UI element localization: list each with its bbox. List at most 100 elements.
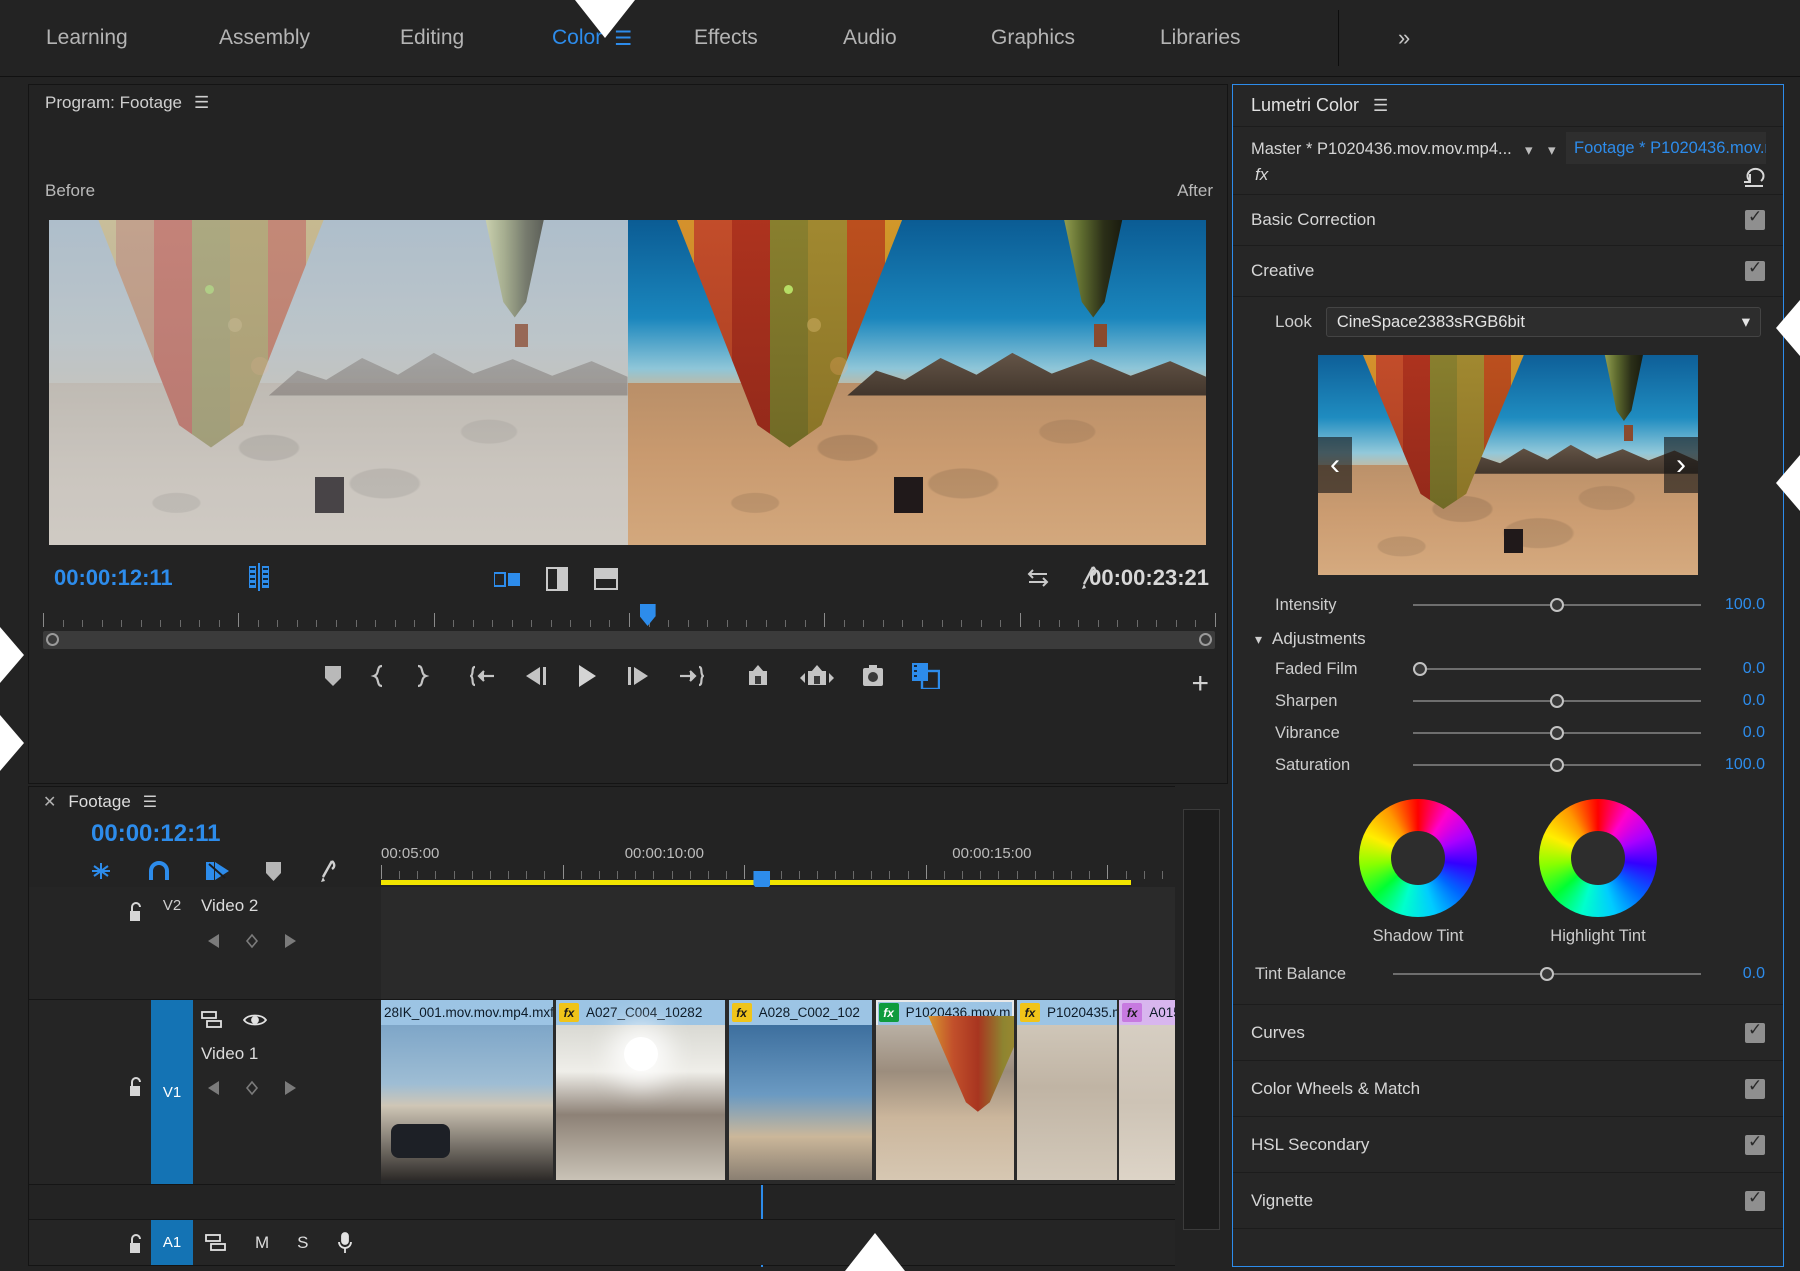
faded-film-value[interactable]: 0.0: [1709, 660, 1765, 678]
adjustments-header[interactable]: ▾ Adjustments: [1233, 621, 1783, 653]
button-editor-button[interactable]: +: [1191, 669, 1209, 699]
sharpen-slider[interactable]: [1413, 691, 1701, 711]
timeline-clip[interactable]: fxP1020435.m: [1017, 1000, 1117, 1180]
program-monitor-menu-icon[interactable]: ☰: [194, 93, 209, 113]
mute-button[interactable]: M: [255, 1233, 269, 1253]
track-badge-a1[interactable]: A1: [151, 1220, 193, 1265]
microphone-icon[interactable]: [337, 1232, 353, 1254]
tint-balance-value[interactable]: 0.0: [1709, 965, 1765, 983]
add-marker-icon[interactable]: [265, 861, 282, 882]
play-stop-button[interactable]: [576, 663, 598, 689]
workspace-tab-effects[interactable]: Effects: [694, 26, 758, 50]
color-wheels-match-checkbox[interactable]: [1745, 1079, 1765, 1099]
clip-fx-badge[interactable]: fx: [559, 1003, 579, 1022]
add-keyframe-icon[interactable]: [245, 1080, 259, 1096]
track-targeting-icon[interactable]: [205, 1233, 227, 1253]
scrub-out-knob[interactable]: [1199, 633, 1212, 646]
look-previous-button[interactable]: ‹: [1318, 437, 1352, 493]
timeline-menu-icon[interactable]: ☰: [143, 792, 157, 812]
program-duration-timecode[interactable]: 00:00:23:21: [1089, 565, 1209, 591]
timeline-clip[interactable]: 28IK_001.mov.mov.mp4.mxf: [381, 1000, 553, 1180]
saturation-slider[interactable]: [1413, 755, 1701, 775]
look-dropdown[interactable]: CineSpace2383sRGB6bit ▾: [1326, 307, 1761, 337]
track-targeting-icon[interactable]: [201, 1010, 223, 1030]
section-creative[interactable]: Creative: [1233, 246, 1783, 297]
vignette-checkbox[interactable]: [1745, 1191, 1765, 1211]
extract-button[interactable]: [800, 664, 834, 688]
saturation-value[interactable]: 100.0: [1709, 756, 1765, 774]
timeline-ruler[interactable]: 00:05:0000:00:10:0000:00:15:00: [381, 845, 1180, 881]
prev-keyframe-icon[interactable]: [207, 1080, 221, 1096]
look-preview-thumbnail[interactable]: ‹ ›: [1318, 355, 1698, 575]
curves-checkbox[interactable]: [1745, 1023, 1765, 1043]
highlight-tint-wheel[interactable]: [1539, 799, 1657, 917]
section-vignette[interactable]: Vignette: [1233, 1173, 1783, 1229]
step-back-button[interactable]: [524, 665, 548, 687]
step-forward-button[interactable]: [626, 665, 650, 687]
section-color-wheels-match[interactable]: Color Wheels & Match: [1233, 1061, 1783, 1117]
track-header-v1[interactable]: V1 Video 1: [29, 1000, 381, 1185]
program-scrub-ruler[interactable]: [43, 609, 1215, 627]
scrub-in-knob[interactable]: [46, 633, 59, 646]
comparison-view-icon[interactable]: [494, 571, 520, 588]
timeline-clip[interactable]: fxA027_C004_10282: [556, 1000, 725, 1180]
chevron-down-icon[interactable]: ▾: [1548, 141, 1556, 159]
faded-film-slider[interactable]: [1413, 659, 1701, 679]
magnet-icon[interactable]: [147, 860, 171, 882]
lift-button[interactable]: [744, 664, 772, 688]
transport-swap-icon[interactable]: [1025, 568, 1051, 588]
prev-keyframe-icon[interactable]: [207, 933, 221, 949]
timeline-current-timecode[interactable]: 00:00:12:11: [91, 820, 220, 848]
chevron-down-icon[interactable]: ▾: [1525, 141, 1533, 159]
go-to-out-button[interactable]: [678, 665, 704, 687]
close-icon[interactable]: ✕: [43, 792, 56, 812]
saturation-knob[interactable]: [1550, 758, 1564, 772]
workspace-tab-graphics[interactable]: Graphics: [991, 26, 1075, 50]
clip-fx-badge[interactable]: fx: [1020, 1003, 1040, 1022]
intensity-slider[interactable]: [1413, 595, 1701, 615]
section-hsl-secondary[interactable]: HSL Secondary: [1233, 1117, 1783, 1173]
program-scrub-bar[interactable]: [43, 631, 1215, 649]
vibrance-value[interactable]: 0.0: [1709, 724, 1765, 742]
fit-to-frame-icon[interactable]: [247, 563, 271, 591]
wrench-settings-icon[interactable]: [1077, 565, 1099, 591]
unlock-icon[interactable]: [127, 901, 145, 923]
intensity-knob[interactable]: [1550, 598, 1564, 612]
sharpen-knob[interactable]: [1550, 694, 1564, 708]
tint-balance-slider[interactable]: [1393, 964, 1701, 984]
linked-selection-icon[interactable]: [89, 859, 113, 883]
marker-flag-icon[interactable]: [205, 859, 231, 883]
clip-fx-badge[interactable]: fx: [1122, 1003, 1142, 1022]
track-header-v2[interactable]: V2 Video 2: [29, 887, 381, 1000]
section-curves[interactable]: Curves: [1233, 1005, 1783, 1061]
program-monitor-image[interactable]: [49, 220, 1206, 545]
timeline-clip[interactable]: fxA028_C002_102: [729, 1000, 873, 1180]
reset-icon[interactable]: [1741, 165, 1767, 189]
workspace-tab-assembly[interactable]: Assembly: [219, 26, 310, 50]
look-next-button[interactable]: ›: [1664, 437, 1698, 493]
track-badge-v1[interactable]: V1: [151, 1000, 193, 1184]
timeline-settings-wrench-icon[interactable]: [316, 859, 338, 883]
timeline-clip[interactable]: fxP1020436.mov.m: [876, 1000, 1014, 1180]
camera-icon[interactable]: [862, 664, 884, 688]
add-keyframe-icon[interactable]: [245, 933, 259, 949]
timeline-clip[interactable]: fxA015_C: [1119, 1000, 1180, 1180]
shadow-tint-wheel[interactable]: [1359, 799, 1477, 917]
creative-checkbox[interactable]: [1745, 261, 1765, 281]
split-horizontal-icon[interactable]: [594, 568, 618, 590]
vibrance-slider[interactable]: [1413, 723, 1701, 743]
vibrance-knob[interactable]: [1550, 726, 1564, 740]
unlock-icon[interactable]: [127, 1076, 145, 1098]
tint-balance-knob[interactable]: [1540, 967, 1554, 981]
track-content-v1[interactable]: 28IK_001.mov.mov.mp4.mxffxA027_C004_1028…: [381, 1000, 1180, 1185]
clip-fx-badge[interactable]: fx: [732, 1003, 752, 1022]
hsl-secondary-checkbox[interactable]: [1745, 1135, 1765, 1155]
next-keyframe-icon[interactable]: [283, 933, 297, 949]
comparison-filmstrip-icon[interactable]: [912, 663, 940, 689]
track-content-v2[interactable]: [381, 887, 1180, 1000]
intensity-value[interactable]: 100.0: [1709, 596, 1765, 614]
unlock-icon[interactable]: [127, 1233, 145, 1255]
program-current-timecode[interactable]: 00:00:12:11: [54, 565, 173, 591]
split-vertical-icon[interactable]: [546, 567, 568, 591]
mark-out-button[interactable]: [414, 664, 430, 688]
